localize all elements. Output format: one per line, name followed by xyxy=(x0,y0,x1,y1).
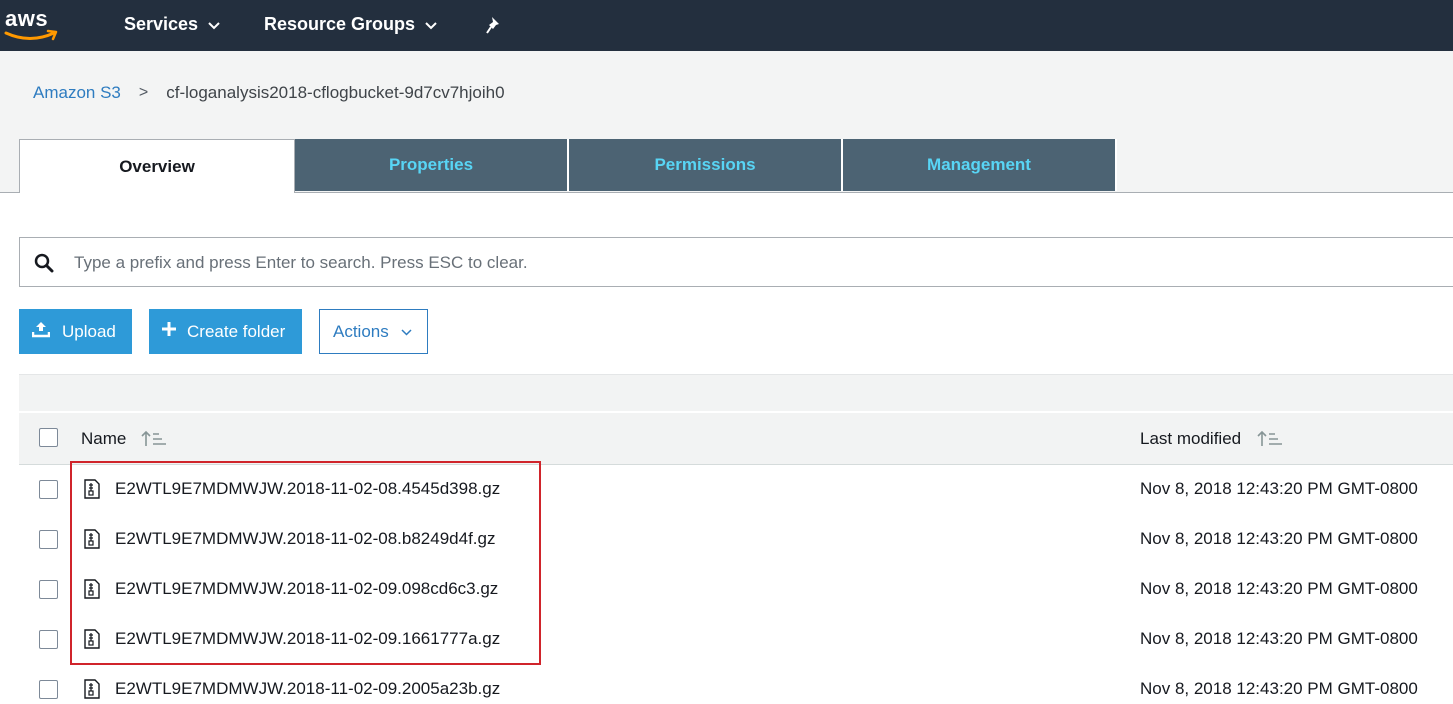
row-checkbox[interactable] xyxy=(39,630,58,649)
file-name-link[interactable]: E2WTL9E7MDMWJW.2018-11-02-08.4545d398.gz xyxy=(115,479,500,499)
resource-groups-label: Resource Groups xyxy=(264,14,416,34)
file-name-link[interactable]: E2WTL9E7MDMWJW.2018-11-02-09.1661777a.gz xyxy=(115,629,500,649)
row-checkbox[interactable] xyxy=(39,530,58,549)
create-folder-button[interactable]: Create folder xyxy=(149,309,302,354)
last-modified-cell: Nov 8, 2018 12:43:20 PM GMT-0800 xyxy=(1140,679,1418,698)
sort-icon[interactable] xyxy=(141,430,167,453)
actions-label: Actions xyxy=(333,321,389,341)
file-name-link[interactable]: E2WTL9E7MDMWJW.2018-11-02-08.b8249d4f.gz xyxy=(115,529,495,549)
tab-bar: Overview Properties Permissions Manageme… xyxy=(19,139,1117,193)
last-modified-cell: Nov 8, 2018 12:43:20 PM GMT-0800 xyxy=(1140,629,1418,648)
chevron-down-icon xyxy=(401,327,412,339)
create-folder-label: Create folder xyxy=(187,321,286,341)
resource-groups-menu[interactable]: Resource Groups xyxy=(264,14,437,35)
row-checkbox[interactable] xyxy=(39,680,58,699)
zip-file-icon xyxy=(83,479,101,504)
sort-icon[interactable] xyxy=(1257,430,1283,453)
services-menu[interactable]: Services xyxy=(124,14,220,35)
breadcrumb-amazon-s3-link[interactable]: Amazon S3 xyxy=(33,83,121,103)
plus-icon xyxy=(161,321,177,342)
row-checkbox[interactable] xyxy=(39,480,58,499)
zip-file-icon xyxy=(83,679,101,704)
upload-icon xyxy=(31,320,51,343)
column-header-name[interactable]: Name xyxy=(81,429,126,449)
tab-overview[interactable]: Overview xyxy=(19,139,295,193)
top-nav-bar: aws Services Resource Groups xyxy=(0,0,1453,51)
last-modified-cell: Nov 8, 2018 12:43:20 PM GMT-0800 xyxy=(1140,479,1418,498)
table-row[interactable]: E2WTL9E7MDMWJW.2018-11-02-08.b8249d4f.gz… xyxy=(19,515,1453,566)
file-name-link[interactable]: E2WTL9E7MDMWJW.2018-11-02-09.2005a23b.gz xyxy=(115,679,500,699)
actions-dropdown[interactable]: Actions xyxy=(319,309,428,354)
table-toolbar xyxy=(19,374,1453,411)
upload-button[interactable]: Upload xyxy=(19,309,132,354)
zip-file-icon xyxy=(83,529,101,554)
last-modified-cell: Nov 8, 2018 12:43:20 PM GMT-0800 xyxy=(1140,579,1418,598)
tab-permissions[interactable]: Permissions xyxy=(569,139,843,191)
row-checkbox[interactable] xyxy=(39,580,58,599)
zip-file-icon xyxy=(83,629,101,654)
breadcrumb-current-bucket: cf-loganalysis2018-cflogbucket-9d7cv7hjo… xyxy=(166,83,505,102)
table-row[interactable]: E2WTL9E7MDMWJW.2018-11-02-09.098cd6c3.gz… xyxy=(19,565,1453,616)
last-modified-cell: Nov 8, 2018 12:43:20 PM GMT-0800 xyxy=(1140,529,1418,548)
search-box xyxy=(19,237,1453,287)
chevron-down-icon xyxy=(425,19,437,33)
table-row[interactable]: E2WTL9E7MDMWJW.2018-11-02-08.4545d398.gz… xyxy=(19,465,1453,516)
services-label: Services xyxy=(124,14,199,34)
breadcrumb: Amazon S3 > cf-loganalysis2018-cflogbuck… xyxy=(33,83,505,103)
table-row[interactable]: E2WTL9E7MDMWJW.2018-11-02-09.2005a23b.gz… xyxy=(19,665,1453,699)
aws-logo[interactable]: aws xyxy=(4,4,60,44)
tab-management[interactable]: Management xyxy=(843,139,1117,191)
zip-file-icon xyxy=(83,579,101,604)
column-header-last-modified[interactable]: Last modified xyxy=(1140,429,1241,449)
table-row[interactable]: E2WTL9E7MDMWJW.2018-11-02-09.1661777a.gz… xyxy=(19,615,1453,666)
aws-smile-icon xyxy=(4,29,58,41)
tab-properties[interactable]: Properties xyxy=(295,139,569,191)
breadcrumb-separator: > xyxy=(138,84,149,101)
table-header: Name Last modified xyxy=(19,413,1453,466)
pin-icon[interactable] xyxy=(485,15,505,35)
search-input[interactable] xyxy=(72,248,1436,278)
search-icon xyxy=(34,253,54,278)
upload-label: Upload xyxy=(62,321,116,341)
select-all-checkbox[interactable] xyxy=(39,428,58,447)
file-name-link[interactable]: E2WTL9E7MDMWJW.2018-11-02-09.098cd6c3.gz xyxy=(115,579,498,599)
chevron-down-icon xyxy=(208,19,220,33)
